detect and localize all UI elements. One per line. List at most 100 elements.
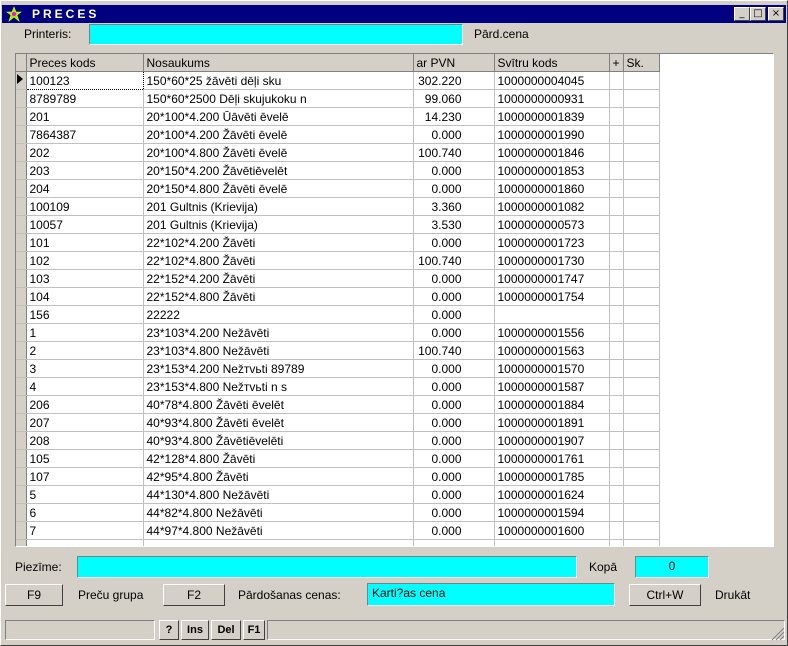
row-indicator[interactable]: [16, 503, 27, 522]
cell-price-vat[interactable]: 0.000: [413, 431, 495, 450]
cell-code[interactable]: 206: [26, 395, 144, 414]
cell-name[interactable]: 20*150*4.800 Žāvēti ēvelē: [143, 179, 414, 198]
cell-name[interactable]: 40*93*4.800 Žāvēti ēvelēt: [143, 413, 414, 432]
cell-name[interactable]: 20*100*4.800 Žāvēti ēvelē: [143, 143, 414, 162]
cell-plus[interactable]: [609, 467, 624, 486]
cell-count[interactable]: [623, 341, 660, 360]
maximize-button[interactable]: □: [750, 7, 766, 21]
cell-barcode[interactable]: 1000000001846: [494, 143, 610, 162]
cell-barcode[interactable]: 1000000001723: [494, 233, 610, 252]
header-price-vat[interactable]: ar PVN: [413, 54, 495, 72]
cell-plus[interactable]: [609, 89, 624, 108]
cell-count[interactable]: [623, 269, 660, 288]
cell-plus[interactable]: [609, 179, 624, 198]
cell-count[interactable]: [623, 449, 660, 468]
insert-button[interactable]: Ins: [181, 620, 209, 640]
table-row[interactable]: 101 22*102*4.200 Žāvēti 0.000 1000000001723: [16, 233, 660, 252]
title-bar[interactable]: PRECES _ □ ×: [2, 5, 786, 23]
cell-code[interactable]: 4: [26, 377, 144, 396]
cell-count[interactable]: [623, 233, 660, 252]
cell-count[interactable]: [623, 125, 660, 144]
cell-name[interactable]: 40*78*4.800 Žāvēti ēvelēt: [143, 395, 414, 414]
cell-code[interactable]: 105: [26, 449, 144, 468]
cell-plus[interactable]: [609, 125, 624, 144]
row-indicator[interactable]: [16, 233, 27, 252]
cell-price-vat[interactable]: 0.000: [413, 413, 495, 432]
f2-button[interactable]: F2: [163, 584, 225, 606]
cell-barcode[interactable]: 1000000001570: [494, 359, 610, 378]
cell-barcode[interactable]: 1000000001594: [494, 503, 610, 522]
cell-code[interactable]: 103: [26, 269, 144, 288]
cell-price-vat[interactable]: 0.000: [413, 485, 495, 504]
cell-code[interactable]: 1: [26, 323, 144, 342]
cell-price-vat[interactable]: 0.000: [413, 449, 495, 468]
row-indicator[interactable]: [16, 269, 27, 288]
cell-count[interactable]: [623, 287, 660, 306]
cell-plus[interactable]: [609, 341, 624, 360]
row-indicator[interactable]: [16, 215, 27, 234]
cell-code[interactable]: 100123: [25, 71, 144, 90]
table-row[interactable]: 104 22*152*4.800 Žāvēti 0.000 1000000001754: [16, 287, 660, 306]
table-row[interactable]: 8789789 150*60*2500 Dēļi skujukoku n 99.06…: [16, 89, 660, 108]
cell-plus[interactable]: [609, 449, 624, 468]
cell-barcode[interactable]: 1000000000931: [494, 89, 610, 108]
row-indicator[interactable]: [16, 467, 27, 486]
cell-plus[interactable]: [609, 485, 624, 504]
cell-barcode[interactable]: 1000000000573: [494, 215, 610, 234]
cell-count[interactable]: [623, 359, 660, 378]
table-row[interactable]: 102 22*102*4.800 Žāvēti 100.740 10000000017…: [16, 251, 660, 270]
cell-price-vat[interactable]: 0.000: [413, 125, 495, 144]
cell-price-vat[interactable]: 0.000: [413, 179, 495, 198]
table-row[interactable]: 4 23*153*4.800 Nežтvьti n s 0.000 100000000…: [16, 377, 660, 396]
table-row[interactable]: 204 20*150*4.800 Žāvēti ēvelē 0.000 1000000…: [16, 179, 660, 198]
help-button[interactable]: ?: [159, 620, 179, 640]
cell-barcode[interactable]: 1000000001624: [494, 485, 610, 504]
cell-name[interactable]: 22*102*4.800 Žāvēti: [143, 251, 414, 270]
cell-plus[interactable]: [609, 287, 624, 306]
row-indicator[interactable]: [16, 377, 27, 396]
cell-name[interactable]: 22*152*4.800 Žāvēti: [143, 287, 414, 306]
cell-price-vat[interactable]: 0.000: [413, 503, 495, 522]
cell-code[interactable]: 208: [26, 431, 144, 450]
cell-barcode[interactable]: 1000000001907: [494, 431, 610, 450]
delete-button[interactable]: Del: [211, 620, 241, 640]
cell-name[interactable]: 40*93*4.800 Žāvētiēvelēti: [143, 431, 414, 450]
cell-barcode[interactable]: 1000000001730: [494, 251, 610, 270]
cell-price-vat[interactable]: 0.000: [413, 269, 495, 288]
cell-name[interactable]: 150*60*25 žāvēti dēļi sku: [143, 71, 414, 90]
row-indicator[interactable]: [16, 341, 27, 360]
cell-code[interactable]: 202: [26, 143, 144, 162]
cell-price-vat[interactable]: 0.000: [413, 395, 495, 414]
cell-count[interactable]: [623, 143, 660, 162]
cell-name[interactable]: 44*130*4.800 Nežāvēti: [143, 485, 414, 504]
cell-count[interactable]: [623, 305, 660, 324]
total-field[interactable]: 0: [635, 556, 709, 578]
f9-button[interactable]: F9: [5, 584, 63, 606]
cell-code[interactable]: 8789789: [26, 89, 144, 108]
row-indicator[interactable]: [16, 197, 27, 216]
cell-barcode[interactable]: 1000000001556: [494, 323, 610, 342]
cell-price-vat[interactable]: 14.230: [413, 107, 495, 126]
cell-name[interactable]: 22*152*4.200 Žāvēti: [143, 269, 414, 288]
table-row[interactable]: 2 23*103*4.800 Nežāvēti 100.740 10000000015…: [16, 341, 660, 360]
close-button[interactable]: ×: [768, 7, 784, 21]
table-row[interactable]: 208 40*93*4.800 Žāvētiēvelēti 0.000 1000000…: [16, 431, 660, 450]
table-row[interactable]: 103 22*152*4.200 Žāvēti 0.000 1000000001747: [16, 269, 660, 288]
row-indicator[interactable]: [16, 305, 27, 324]
cell-name[interactable]: 44*82*4.800 Nežāvēti: [143, 503, 414, 522]
cell-code[interactable]: 203: [26, 161, 144, 180]
row-indicator[interactable]: [16, 125, 27, 144]
f1-button[interactable]: F1: [243, 620, 265, 640]
cell-code[interactable]: 107: [26, 467, 144, 486]
sale-prices-field[interactable]: Karti?as cena: [367, 583, 615, 606]
cell-plus[interactable]: [609, 71, 624, 90]
cell-code[interactable]: 201: [26, 107, 144, 126]
header-barcode[interactable]: Svītru kods: [494, 54, 610, 72]
current-row-indicator-icon[interactable]: [16, 71, 27, 90]
cell-plus[interactable]: [609, 359, 624, 378]
cell-plus[interactable]: [609, 377, 624, 396]
cell-code[interactable]: 10057: [26, 215, 144, 234]
cell-name[interactable]: 23*153*4.800 Nežтvьti n s: [143, 377, 414, 396]
row-indicator[interactable]: [16, 413, 27, 432]
cell-count[interactable]: [623, 197, 660, 216]
